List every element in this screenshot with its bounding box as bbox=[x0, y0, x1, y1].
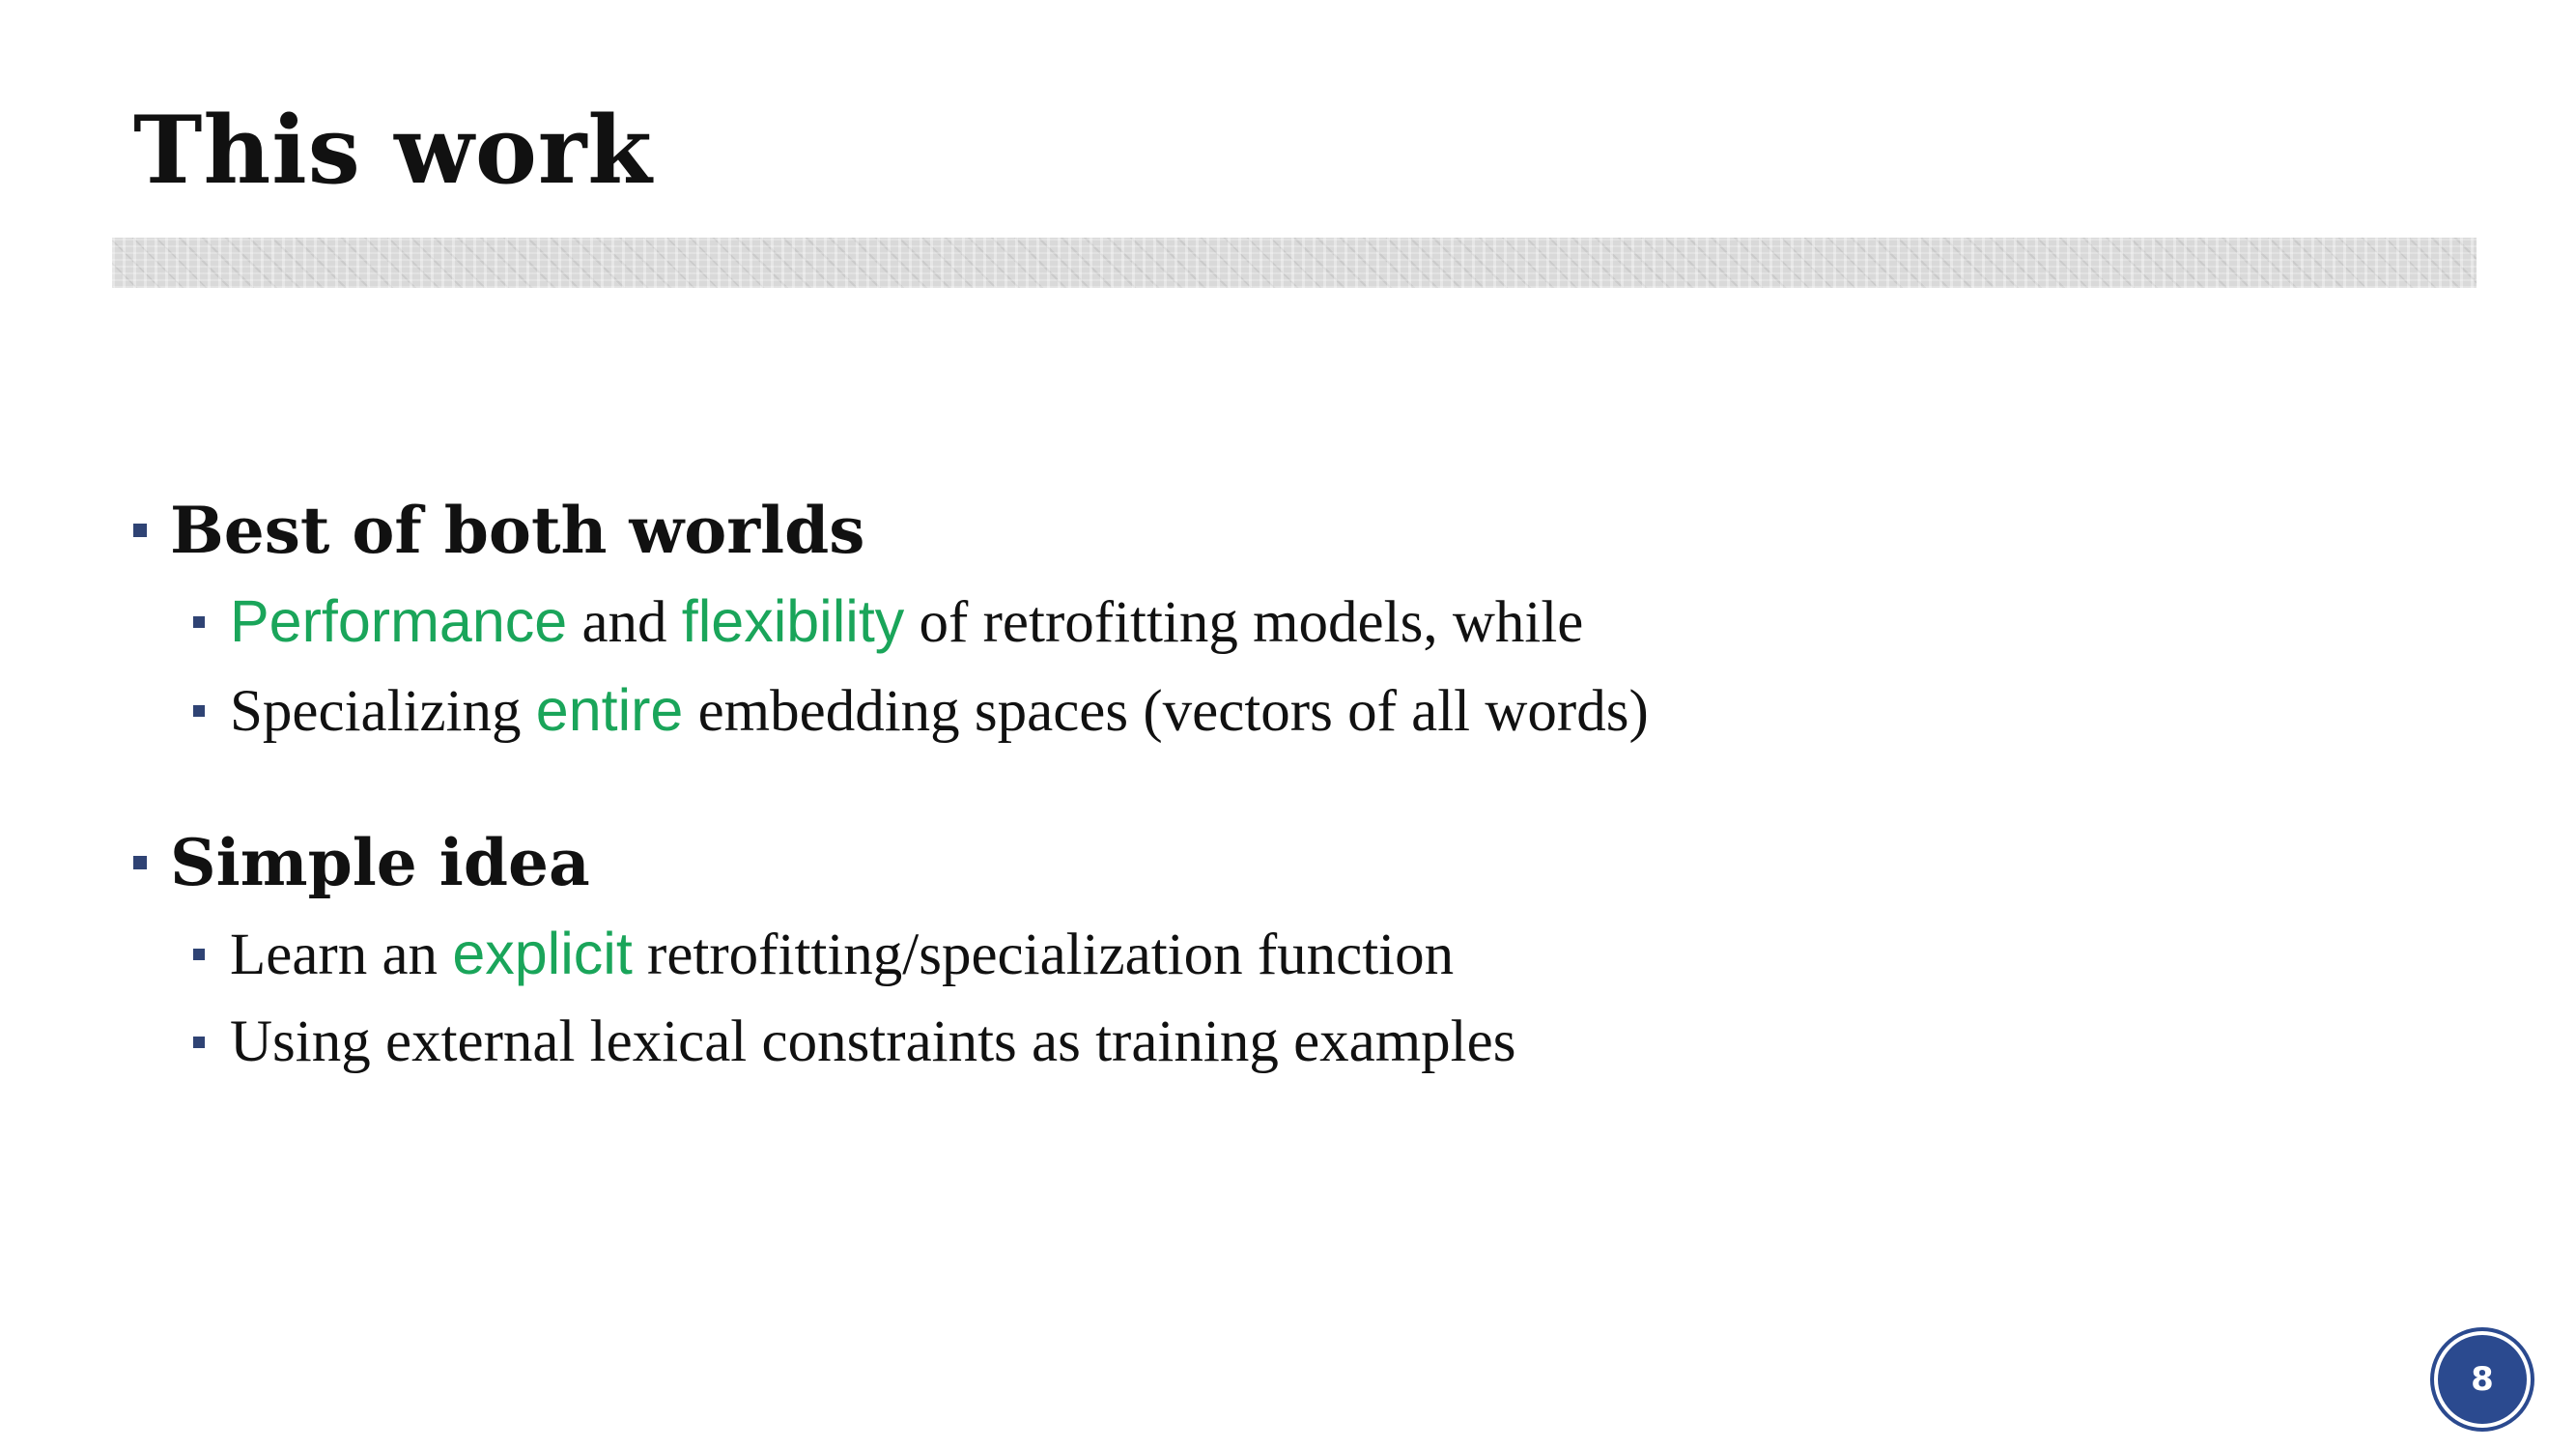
plain-text: Specializing bbox=[230, 679, 536, 744]
section-simple-idea: Simple idea Learn an explicit retrofitti… bbox=[133, 815, 2355, 1086]
section-heading: Simple idea bbox=[133, 815, 2355, 910]
sub-bullet-text: Learn an explicit retrofitting/specializ… bbox=[230, 910, 1454, 999]
sub-bullet-text: Using external lexical constraints as tr… bbox=[230, 999, 1515, 1086]
sub-bullet-text: Specializing entire embedding spaces (ve… bbox=[230, 667, 1649, 755]
section-heading: Best of both worlds bbox=[133, 483, 2355, 578]
sub-bullet: Performance and flexibility of retrofitt… bbox=[193, 578, 2355, 667]
section-best-of-both-worlds: Best of both worlds Performance and flex… bbox=[133, 483, 2355, 755]
slide: This work Best of both worlds Performanc… bbox=[0, 0, 2576, 1449]
sub-bullet-text: Performance and flexibility of retrofitt… bbox=[230, 578, 1583, 667]
plain-text: retrofitting/specialization function bbox=[632, 923, 1455, 987]
square-bullet-icon bbox=[133, 524, 147, 537]
sub-bullet: Specializing entire embedding spaces (ve… bbox=[193, 667, 2355, 755]
slide-content: Best of both worlds Performance and flex… bbox=[133, 483, 2355, 1086]
slide-title: This work bbox=[133, 96, 653, 205]
section-heading-text: Simple idea bbox=[170, 825, 590, 900]
square-bullet-icon bbox=[193, 949, 205, 960]
plain-text: Using external lexical constraints as tr… bbox=[230, 1009, 1516, 1074]
highlight-text: entire bbox=[535, 677, 684, 743]
square-bullet-icon bbox=[193, 1037, 205, 1048]
highlight-text: Performance bbox=[230, 588, 568, 654]
square-bullet-icon bbox=[193, 616, 205, 628]
highlight-text: explicit bbox=[452, 921, 633, 986]
sub-bullet: Learn an explicit retrofitting/specializ… bbox=[193, 910, 2355, 999]
square-bullet-icon bbox=[133, 856, 147, 869]
plain-text: of retrofitting models, while bbox=[904, 590, 1584, 655]
plain-text: Learn an bbox=[230, 923, 453, 987]
sub-bullet: Using external lexical constraints as tr… bbox=[193, 999, 2355, 1086]
page-number-badge: 8 bbox=[2438, 1335, 2527, 1424]
square-bullet-icon bbox=[193, 705, 205, 717]
plain-text: and bbox=[567, 590, 682, 655]
highlight-text: flexibility bbox=[681, 588, 905, 654]
section-heading-text: Best of both worlds bbox=[170, 493, 865, 568]
title-divider bbox=[112, 238, 2477, 288]
plain-text: embedding spaces (vectors of all words) bbox=[683, 679, 1649, 744]
